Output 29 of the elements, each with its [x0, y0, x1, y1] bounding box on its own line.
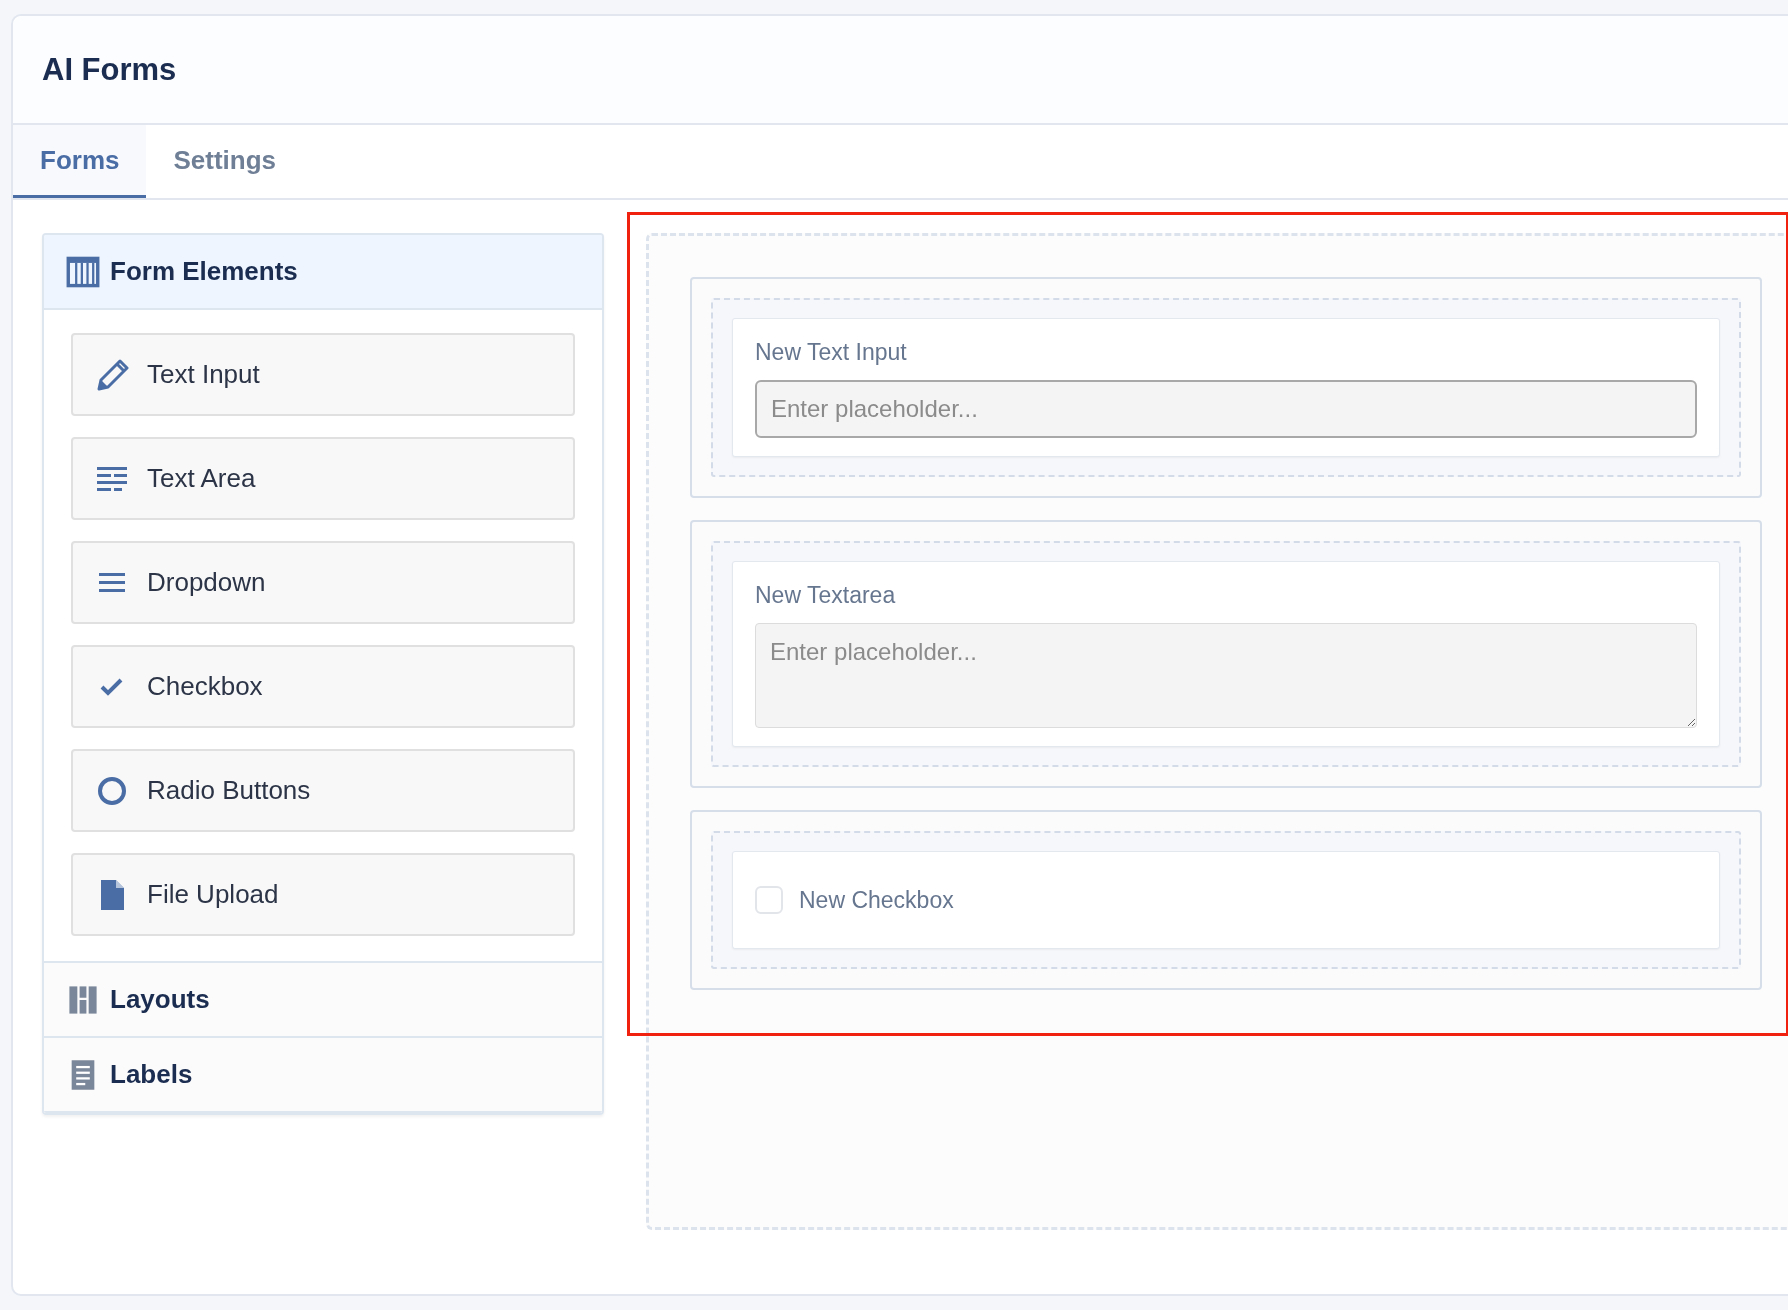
element-item[interactable]: Checkbox [71, 645, 575, 728]
element-label: Text Input [147, 359, 260, 390]
element-label: File Upload [147, 879, 279, 910]
field-label: New Text Input [755, 339, 908, 366]
page-title: AI Forms [42, 51, 177, 88]
element-item[interactable]: Radio Buttons [71, 749, 575, 832]
element-label: Text Area [147, 463, 256, 494]
checkbox[interactable] [755, 886, 783, 914]
element-item[interactable]: Text Input [71, 333, 575, 416]
section-title: Form Elements [110, 256, 298, 287]
columns-icon [66, 254, 100, 289]
element-item[interactable]: File Upload [71, 853, 575, 936]
element-label: Radio Buttons [147, 775, 311, 806]
pencil-icon [95, 357, 129, 392]
element-item[interactable]: Dropdown [71, 541, 575, 624]
text-input-field[interactable]: Enter placeholder... [755, 380, 1697, 438]
element-item[interactable]: Text Area [71, 437, 575, 520]
section-header[interactable]: Form Elements [44, 235, 602, 310]
section-header[interactable]: Labels [44, 1038, 602, 1113]
section-title: Layouts [110, 984, 210, 1015]
tab[interactable]: Forms [13, 125, 147, 198]
section-header[interactable]: Layouts [44, 963, 602, 1038]
section-title: Labels [110, 1059, 193, 1090]
tab[interactable]: Settings [146, 125, 304, 198]
element-label: Checkbox [147, 671, 263, 702]
checkbox-label: New Checkbox [799, 886, 954, 914]
textarea-field[interactable]: Enter placeholder... [755, 623, 1697, 728]
field-label: New Textarea [755, 582, 897, 609]
element-label: Dropdown [147, 567, 266, 598]
